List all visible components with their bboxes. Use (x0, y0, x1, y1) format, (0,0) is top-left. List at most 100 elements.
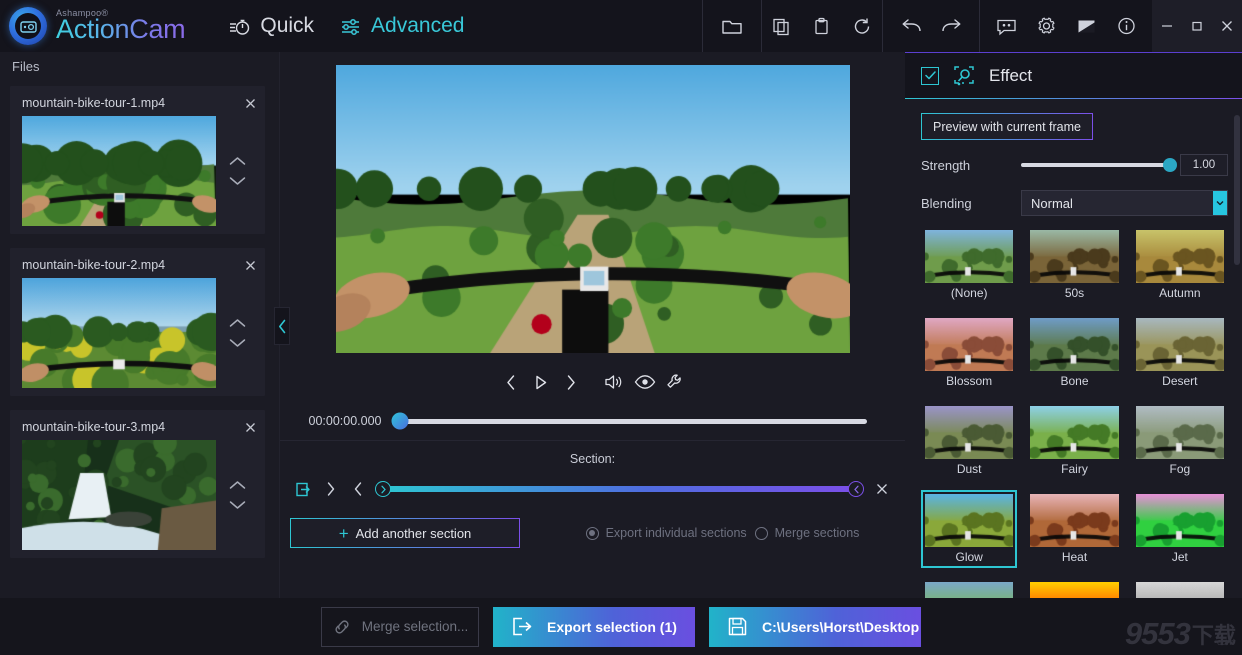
toolbar-group-history (883, 0, 979, 52)
speaker-icon[interactable] (600, 367, 630, 397)
gear-icon[interactable] (1026, 0, 1066, 52)
previous-frame-button[interactable] (496, 367, 526, 397)
reset-icon[interactable] (842, 0, 882, 52)
video-preview[interactable] (336, 65, 850, 353)
preview-with-current-frame-button[interactable]: Preview with current frame (921, 113, 1093, 140)
brand-block: Ashampoo® ActionCam (56, 9, 185, 43)
effect-item[interactable]: Fog (1132, 402, 1228, 480)
file-card[interactable]: mountain-bike-tour-1.mp4 (10, 86, 265, 234)
chevron-down-icon[interactable] (229, 176, 246, 186)
export-selection-button[interactable]: Export selection (1) (493, 607, 695, 647)
redo-icon[interactable] (931, 0, 971, 52)
close-icon[interactable] (241, 94, 259, 112)
effect-gallery-scrollbar[interactable] (1234, 105, 1240, 596)
playback-slider[interactable] (400, 419, 867, 424)
effect-item[interactable]: Desert (1132, 314, 1228, 392)
effect-label: Fog (1136, 459, 1224, 476)
chat-icon[interactable] (986, 0, 1026, 52)
minimize-icon[interactable] (1152, 0, 1182, 52)
effect-item[interactable]: Lava (1026, 578, 1122, 598)
destination-folder-label: C:\Users\Horst\Desktop (762, 619, 919, 635)
blending-dropdown[interactable]: Normal (1021, 190, 1228, 216)
effect-item[interactable]: Linear (1132, 578, 1228, 598)
file-card-body (10, 278, 265, 388)
radio-export-individual[interactable]: Export individual sections (586, 526, 747, 540)
effect-item[interactable]: Glow (921, 490, 1017, 568)
file-thumbnail[interactable] (22, 278, 216, 388)
effect-item[interactable]: Fairy (1026, 402, 1122, 480)
paste-icon[interactable] (802, 0, 842, 52)
blending-label: Blending (921, 196, 1021, 211)
chevron-up-icon[interactable] (229, 480, 246, 490)
section-range-end-handle[interactable] (848, 481, 864, 497)
effect-item[interactable]: Heat (1026, 490, 1122, 568)
info-icon[interactable] (1106, 0, 1146, 52)
next-frame-button[interactable] (556, 367, 586, 397)
radio-export-individual-label: Export individual sections (606, 526, 747, 540)
file-card[interactable]: mountain-bike-tour-2.mp4 (10, 248, 265, 396)
merge-selection-button[interactable]: Merge selection... (321, 607, 479, 647)
file-card[interactable]: mountain-bike-tour-3.mp4 (10, 410, 265, 558)
play-button[interactable] (526, 367, 556, 397)
effect-item[interactable]: Bone (1026, 314, 1122, 392)
section-step-back-button[interactable] (344, 476, 371, 502)
effect-enable-checkbox[interactable] (921, 67, 939, 85)
toolbar-group-file (703, 0, 761, 52)
file-thumbnail[interactable] (22, 440, 216, 550)
watermark-text: 下载 (1192, 626, 1236, 647)
close-icon[interactable] (241, 256, 259, 274)
radio-merge-sections[interactable]: Merge sections (755, 526, 860, 540)
site-watermark: 9553 下载 •com (1125, 621, 1234, 647)
sidebar-collapse-button[interactable] (274, 307, 290, 345)
undo-icon[interactable] (891, 0, 931, 52)
mode-advanced[interactable]: Advanced (340, 14, 464, 38)
section-step-forward-button[interactable] (317, 476, 344, 502)
chevron-down-icon[interactable] (1213, 191, 1227, 215)
effect-item[interactable]: Autumn (1132, 226, 1228, 304)
chevron-down-icon[interactable] (229, 338, 246, 348)
effect-label: Dust (925, 459, 1013, 476)
section-range-slider[interactable] (371, 486, 868, 492)
section-range-track[interactable] (383, 486, 856, 492)
strength-label: Strength (921, 158, 1021, 173)
folder-open-icon[interactable] (703, 0, 761, 52)
eye-icon[interactable] (630, 367, 660, 397)
section-add-row: + Add another section Export individual … (280, 502, 905, 548)
section-range-start-handle[interactable] (375, 481, 391, 497)
file-reorder-controls (216, 156, 259, 186)
close-icon[interactable] (1212, 0, 1242, 52)
effect-gallery-scrollbar-thumb[interactable] (1234, 115, 1240, 265)
effect-item[interactable]: Lake (921, 578, 1017, 598)
effect-thumbnail (1030, 318, 1118, 371)
effect-item[interactable]: Blossom (921, 314, 1017, 392)
effect-item[interactable]: Dust (921, 402, 1017, 480)
mode-quick[interactable]: Quick (229, 14, 314, 38)
close-icon[interactable] (241, 418, 259, 436)
chevron-up-icon[interactable] (229, 156, 246, 166)
video-preview-area (280, 52, 905, 362)
effect-gallery[interactable]: (None)50s Autumn BlossomBoneDesert Dust Fair… (905, 216, 1242, 598)
destination-folder-button[interactable]: C:\Users\Horst\Desktop (709, 607, 921, 647)
effect-item[interactable]: 50s (1026, 226, 1122, 304)
copy-icon[interactable] (762, 0, 802, 52)
curve-icon[interactable] (1066, 0, 1106, 52)
effect-label: Autumn (1136, 283, 1224, 300)
strength-slider[interactable] (1021, 163, 1170, 167)
chevron-up-icon[interactable] (229, 318, 246, 328)
effect-panel-header: Effect (905, 53, 1242, 99)
set-marker-icon[interactable] (290, 476, 317, 502)
playback-slider-handle[interactable] (392, 413, 409, 430)
maximize-icon[interactable] (1182, 0, 1212, 52)
file-thumbnail[interactable] (22, 116, 216, 226)
effect-item[interactable]: Jet (1132, 490, 1228, 568)
add-section-button[interactable]: + Add another section (290, 518, 520, 548)
transport-controls (280, 362, 905, 402)
effect-item[interactable]: (None) (921, 226, 1017, 304)
chevron-down-icon[interactable] (229, 500, 246, 510)
section-remove-button[interactable] (868, 476, 895, 502)
wrench-icon[interactable] (660, 367, 690, 397)
file-reorder-controls (216, 318, 259, 348)
strength-value-field[interactable]: 1.00 (1180, 154, 1228, 176)
files-sidebar: Files mountain-bike-tour-1.mp4mountain-b… (0, 52, 280, 598)
strength-slider-handle[interactable] (1163, 158, 1177, 172)
